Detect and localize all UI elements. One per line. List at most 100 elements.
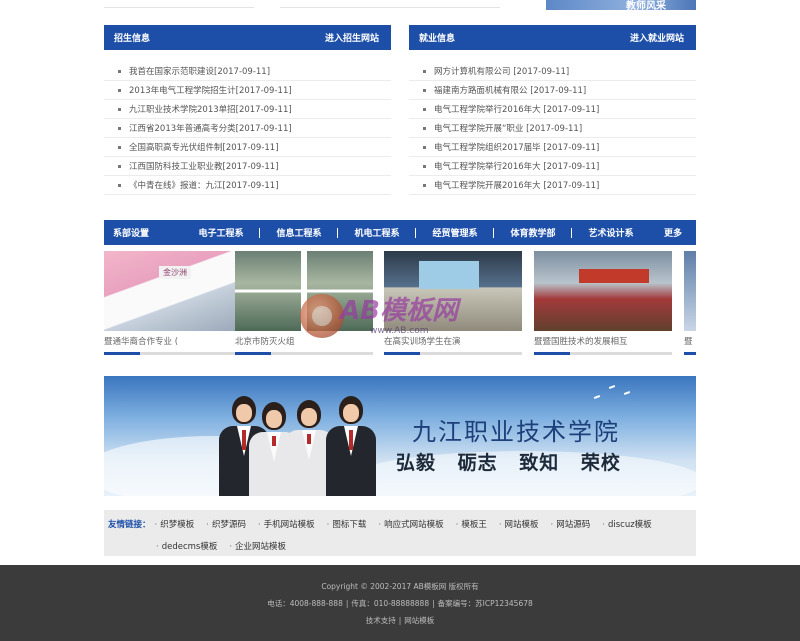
caption-underline [104, 352, 242, 355]
tab-art-design[interactable]: 艺术设计系 [572, 226, 650, 239]
bird-icon [608, 385, 616, 389]
photo-sign: 金沙洲 [159, 266, 191, 279]
tab-sports[interactable]: 体育教学部 [494, 226, 572, 239]
list-item[interactable]: 网方计算机有限公司 [2017-09-11] [409, 62, 696, 81]
college-banner[interactable]: 九江职业技术学院 弘毅 砺志 致知 荣校 [104, 376, 696, 496]
gallery-caption[interactable]: 暨通华裔合作专业 ( [104, 335, 242, 347]
footer-fax: 传真：010-88888888 [351, 599, 430, 608]
department-gallery: 金沙洲 暨通华裔合作专业 ( 北京市防灭火组 在高实训场学生在演 暨暨国胜技术的… [104, 251, 696, 361]
employment-header: 就业信息 进入就业网站 [409, 25, 696, 50]
friend-links-label: 友情链接： [108, 520, 151, 530]
tab-mechatronics[interactable]: 机电工程系 [338, 226, 416, 239]
friend-link[interactable]: 网站模板 [499, 518, 539, 530]
gallery-card[interactable]: 北京市防灭火组 [235, 251, 373, 355]
admissions-header: 招生信息 进入招生网站 [104, 25, 391, 50]
gallery-card[interactable]: 暨 [684, 251, 696, 355]
bullet-icon [118, 88, 121, 92]
teacher-banner-text: 教师风采 [626, 1, 666, 10]
list-item[interactable]: 电气工程学院组织2017届毕 [2017-09-11] [409, 138, 696, 157]
friend-links-row: 友情链接： 织梦模板 织梦源码 手机网站模板 图标下载 响应式网站模板 模板王 … [108, 516, 696, 532]
friend-link[interactable]: 图标下载 [327, 518, 366, 530]
bullet-icon [423, 126, 426, 130]
top-strip: 教师风采 [0, 0, 800, 12]
list-item[interactable]: 江西省2013年普通高考分类[2017-09-11] [104, 119, 391, 138]
bullet-icon [118, 183, 121, 187]
bird-icon [593, 395, 601, 399]
friend-link[interactable]: 模板王 [456, 518, 487, 530]
bullet-icon [118, 126, 121, 130]
list-item[interactable]: 九江职业技术学院2013单招[2017-09-11] [104, 100, 391, 119]
friend-link[interactable]: dedecms模板 [156, 540, 218, 552]
bullet-icon [423, 164, 426, 168]
caption-underline [384, 352, 522, 355]
bullet-icon [423, 145, 426, 149]
friend-link[interactable]: discuz模板 [602, 518, 652, 530]
gallery-card[interactable]: 在高实训场学生在演 [384, 251, 522, 355]
admissions-panel: 招生信息 进入招生网站 我首在国家示范职建设[2017-09-11] 2013年… [104, 25, 391, 195]
employment-list: 网方计算机有限公司 [2017-09-11] 福建南方路面机械有限公 [2017… [409, 62, 696, 195]
gallery-caption[interactable]: 在高实训场学生在演 [384, 335, 522, 347]
friend-link[interactable]: 织梦源码 [206, 518, 246, 530]
friend-links: 友情链接： 织梦模板 织梦源码 手机网站模板 图标下载 响应式网站模板 模板王 … [104, 510, 696, 556]
footer-phone: 电话：4008-888-888 [267, 599, 343, 608]
bullet-icon [423, 88, 426, 92]
friend-link[interactable]: 企业网站模板 [229, 540, 286, 552]
list-item[interactable]: 我首在国家示范职建设[2017-09-11] [104, 62, 391, 81]
tab-electronics[interactable]: 电子工程系 [182, 226, 260, 239]
bullet-icon [118, 164, 121, 168]
footer-support: 技术支持 | 网站模板 [365, 616, 435, 625]
list-item[interactable]: 电气工程学院开展2016年大 [2017-09-11] [409, 176, 696, 195]
list-item[interactable]: 江西国防科技工业职业教[2017-09-11] [104, 157, 391, 176]
gallery-caption[interactable]: 北京市防灭火组 [235, 335, 373, 347]
departments-title: 系部设置 [113, 229, 150, 239]
friend-link[interactable]: 手机网站模板 [258, 518, 315, 530]
teacher-banner-fragment[interactable]: 教师风采 [546, 0, 696, 10]
employment-more-link[interactable]: 进入就业网站 [630, 31, 684, 44]
divider [104, 7, 254, 8]
footer-icp[interactable]: 备案编号：苏ICP12345678 [438, 599, 533, 608]
friend-link[interactable]: 响应式网站模板 [378, 518, 444, 530]
gallery-caption[interactable]: 暨 [684, 335, 696, 347]
bullet-icon [118, 107, 121, 111]
bullet-icon [118, 145, 121, 149]
employment-panel: 就业信息 进入就业网站 网方计算机有限公司 [2017-09-11] 福建南方路… [409, 25, 696, 195]
tab-economics[interactable]: 经贸管理系 [416, 226, 494, 239]
list-item[interactable]: 电气工程学院开展“职业 [2017-09-11] [409, 119, 696, 138]
caption-underline [534, 352, 672, 355]
tab-information[interactable]: 信息工程系 [260, 226, 338, 239]
gallery-photo[interactable] [534, 251, 672, 331]
admissions-list: 我首在国家示范职建设[2017-09-11] 2013年电气工程学院招生计[20… [104, 62, 391, 195]
bullet-icon [118, 69, 121, 73]
gallery-photo[interactable] [684, 251, 696, 331]
friend-links-row: dedecms模板 企业网站模板 [108, 538, 696, 554]
bullet-icon [423, 183, 426, 187]
list-item[interactable]: 全国高职高专光伏组件制[2017-09-11] [104, 138, 391, 157]
site-footer: Copyright © 2002-2017 AB模板网 版权所有 电话：4008… [0, 565, 800, 641]
friend-link[interactable]: 织梦模板 [155, 518, 194, 530]
gallery-photo[interactable] [384, 251, 522, 331]
banner-title: 九江职业技术学院 [412, 418, 620, 446]
employment-title: 就业信息 [419, 34, 456, 44]
list-item[interactable]: 2013年电气工程学院招生计[2017-09-11] [104, 81, 391, 100]
caption-underline [235, 352, 373, 355]
departments-nav: 系部设置 电子工程系 信息工程系 机电工程系 经贸管理系 体育教学部 艺术设计系… [104, 220, 696, 245]
friend-link[interactable]: 网站源码 [551, 518, 590, 530]
gallery-card[interactable]: 金沙洲 暨通华裔合作专业 ( [104, 251, 242, 355]
student-figure [326, 396, 376, 496]
gallery-photo[interactable] [235, 251, 373, 331]
departments-more-link[interactable]: 更多 [664, 226, 696, 239]
list-item[interactable]: 福建南方路面机械有限公 [2017-09-11] [409, 81, 696, 100]
list-item[interactable]: 电气工程学院举行2016年大 [2017-09-11] [409, 100, 696, 119]
gallery-card[interactable]: 暨暨国胜技术的发展相互 [534, 251, 672, 355]
bird-icon [623, 391, 631, 395]
admissions-more-link[interactable]: 进入招生网站 [325, 31, 379, 44]
list-item[interactable]: 《中青在线》报道：九江[2017-09-11] [104, 176, 391, 195]
banner-slogan: 弘毅 砺志 致知 荣校 [396, 452, 621, 474]
list-item[interactable]: 电气工程学院举行2016年大 [2017-09-11] [409, 157, 696, 176]
footer-support-link[interactable]: 网站模板 [404, 616, 434, 625]
footer-copyright: Copyright © 2002-2017 AB模板网 版权所有 [321, 582, 479, 591]
footer-support-label: 技术支持 [365, 616, 396, 625]
gallery-photo[interactable]: 金沙洲 [104, 251, 242, 331]
divider [280, 7, 500, 8]
gallery-caption[interactable]: 暨暨国胜技术的发展相互 [534, 335, 672, 347]
